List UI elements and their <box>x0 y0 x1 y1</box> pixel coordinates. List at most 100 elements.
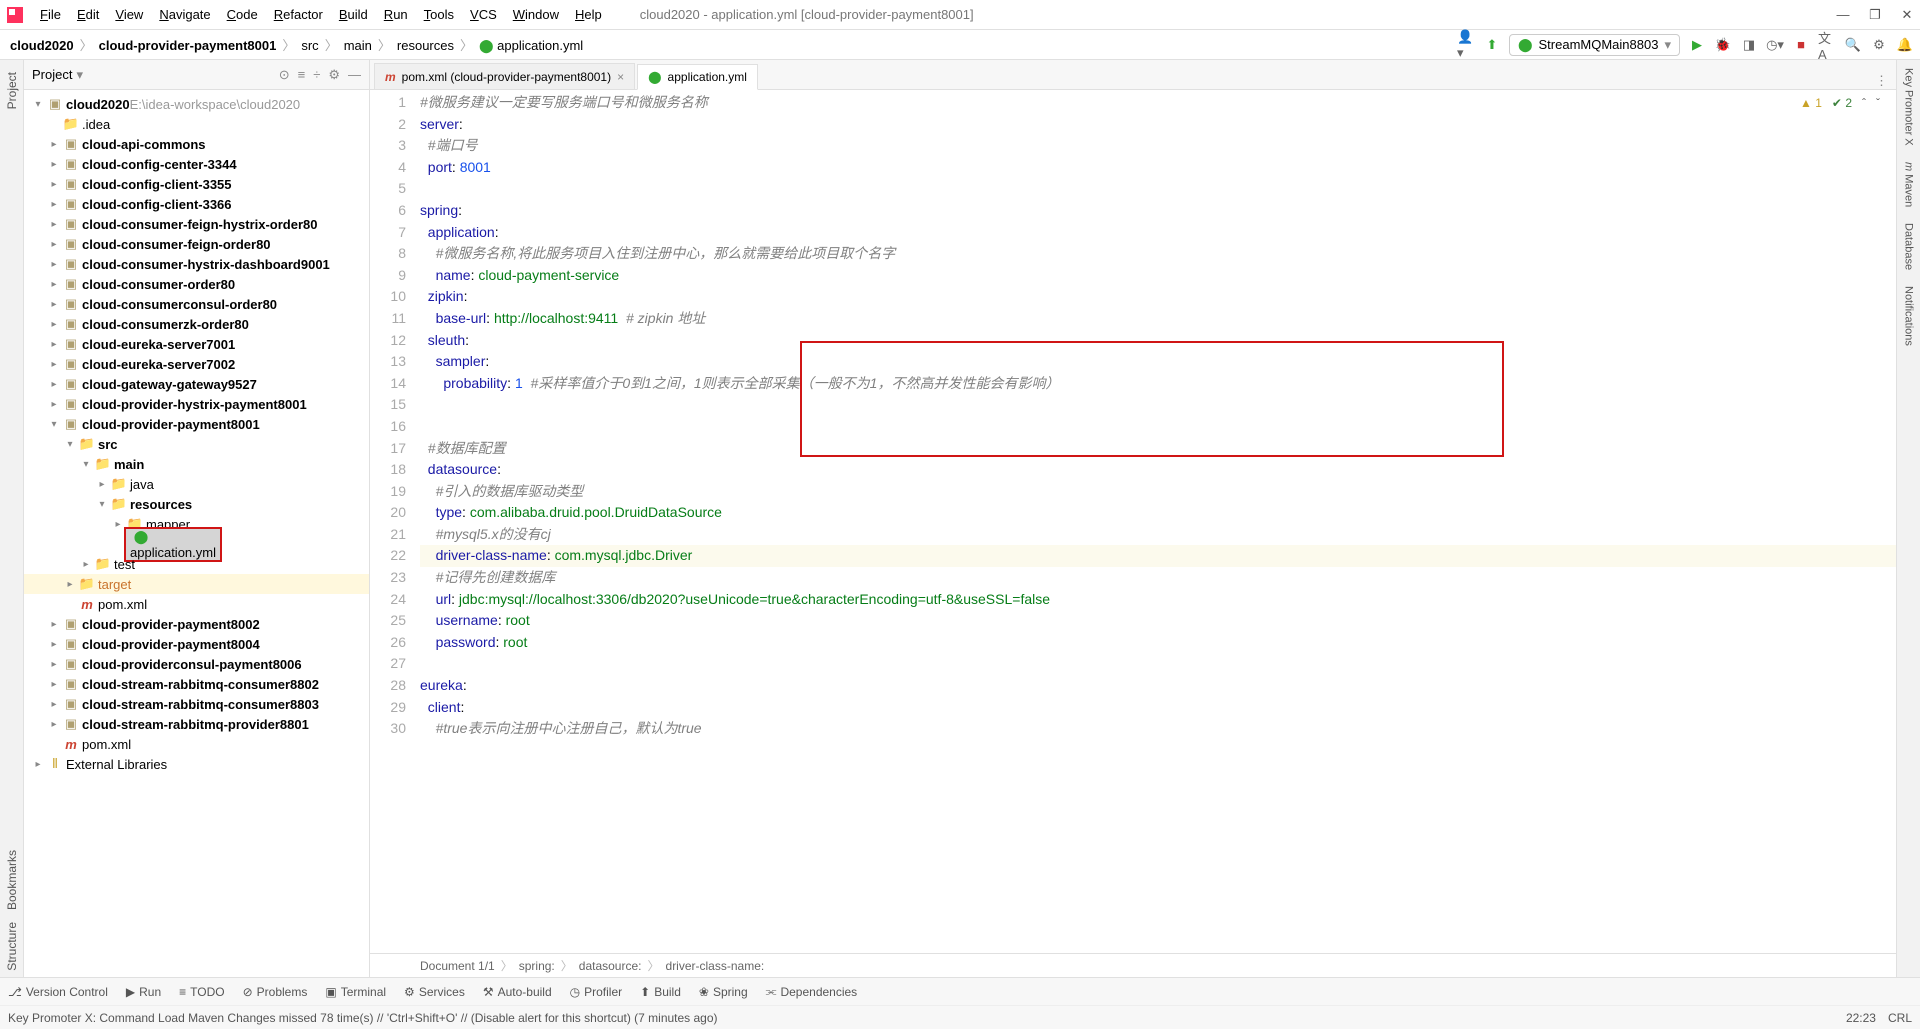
menu-tools[interactable]: Tools <box>416 5 462 24</box>
breadcrumb-item[interactable]: resources <box>393 38 458 53</box>
code-line[interactable]: server: <box>420 114 1896 136</box>
notifications-tab[interactable]: Notifications <box>1903 278 1915 354</box>
tree-node-cloud-consumer-order80[interactable]: ▸▣cloud-consumer-order80 <box>24 274 369 294</box>
gutter-line[interactable]: 17 <box>370 438 406 460</box>
tree-node-cloud-consumerconsul-order80[interactable]: ▸▣cloud-consumerconsul-order80 <box>24 294 369 314</box>
tool-run[interactable]: ▶Run <box>126 985 161 999</box>
settings-icon[interactable]: ⚙ <box>1870 36 1888 54</box>
close-icon[interactable]: × <box>617 70 624 84</box>
gutter-line[interactable]: 28 <box>370 675 406 697</box>
gutter-line[interactable]: 27 <box>370 653 406 675</box>
tree-node-cloud-consumer-feign-hystrix-order80[interactable]: ▸▣cloud-consumer-feign-hystrix-order80 <box>24 214 369 234</box>
gutter-line[interactable]: 18 <box>370 459 406 481</box>
editor-breadcrumbs[interactable]: Document 1/1〉spring:〉datasource:〉driver-… <box>370 953 1896 977</box>
project-tab[interactable]: Project <box>5 66 19 115</box>
maximize-button[interactable]: ❐ <box>1868 7 1882 23</box>
gutter-line[interactable]: 30 <box>370 718 406 740</box>
database-tab[interactable]: Database <box>1903 215 1915 278</box>
inspection-widget[interactable]: ▲ 1 ✔︎ 2 ˆˇ <box>1800 96 1880 110</box>
tool-profiler[interactable]: ◷Profiler <box>570 985 623 999</box>
tree-node-cloud-eureka-server7001[interactable]: ▸▣cloud-eureka-server7001 <box>24 334 369 354</box>
run-button[interactable]: ▶ <box>1688 36 1706 54</box>
gutter-line[interactable]: 13 <box>370 351 406 373</box>
editor-tab[interactable]: ⬤application.yml <box>637 64 758 90</box>
tree-node-pom-xml[interactable]: mpom.xml <box>24 734 369 754</box>
select-opened-icon[interactable]: ⊙ <box>279 67 290 83</box>
gutter-line[interactable]: 8 <box>370 243 406 265</box>
tree-node-cloud-api-commons[interactable]: ▸▣cloud-api-commons <box>24 134 369 154</box>
tree-node-main[interactable]: ▾📁main <box>24 454 369 474</box>
code-line[interactable]: datasource: <box>420 459 1896 481</box>
tree-root[interactable]: ▾▣cloud2020 E:\idea-workspace\cloud2020 <box>24 94 369 114</box>
code-line[interactable]: sampler: <box>420 351 1896 373</box>
tree-node-cloud-stream-rabbitmq-consumer8802[interactable]: ▸▣cloud-stream-rabbitmq-consumer8802 <box>24 674 369 694</box>
build-icon[interactable]: ⬆ <box>1483 36 1501 54</box>
gutter-line[interactable]: 6 <box>370 200 406 222</box>
tool-build[interactable]: ⬆Build <box>640 985 681 999</box>
code-line[interactable]: #记得先创建数据库 <box>420 567 1896 589</box>
tab-menu-icon[interactable]: ⋮ <box>1867 73 1896 89</box>
gutter-line[interactable]: 25 <box>370 610 406 632</box>
tree-node-cloud-provider-payment8004[interactable]: ▸▣cloud-provider-payment8004 <box>24 634 369 654</box>
gutter-line[interactable]: 11 <box>370 308 406 330</box>
user-icon[interactable]: 👤▾ <box>1457 36 1475 54</box>
code-line[interactable]: #微服务建议一定要写服务端口号和微服务名称 <box>420 92 1896 114</box>
tree-node-External Libraries[interactable]: ▸⫴External Libraries <box>24 754 369 774</box>
tree-node-cloud-provider-hystrix-payment8001[interactable]: ▸▣cloud-provider-hystrix-payment8001 <box>24 394 369 414</box>
editor-tab[interactable]: mpom.xml (cloud-provider-payment8001)× <box>374 63 635 89</box>
code-line[interactable]: #微服务名称,将此服务项目入住到注册中心，那么就需要给此项目取个名字 <box>420 243 1896 265</box>
code-line[interactable]: base-url: http://localhost:9411 # zipkin… <box>420 308 1896 330</box>
bookmarks-tab[interactable]: Bookmarks <box>5 844 19 916</box>
code-line[interactable]: url: jdbc:mysql://localhost:3306/db2020?… <box>420 589 1896 611</box>
gutter-line[interactable]: 22 <box>370 545 406 567</box>
gutter-line[interactable]: 16 <box>370 416 406 438</box>
tool-auto-build[interactable]: ⚒Auto-build <box>483 985 552 999</box>
gutter-line[interactable]: 5 <box>370 178 406 200</box>
editor-crumb[interactable]: driver-class-name: <box>666 959 765 973</box>
code-line[interactable]: port: 8001 <box>420 157 1896 179</box>
gutter-line[interactable]: 19 <box>370 481 406 503</box>
editor-crumb[interactable]: Document 1/1 <box>420 959 495 973</box>
collapse-icon[interactable]: ÷ <box>313 67 320 83</box>
code-line[interactable] <box>420 394 1896 416</box>
tree-node-cloud-stream-rabbitmq-provider8801[interactable]: ▸▣cloud-stream-rabbitmq-provider8801 <box>24 714 369 734</box>
breadcrumb-item[interactable]: cloud-provider-payment8001 <box>95 38 281 53</box>
menu-vcs[interactable]: VCS <box>462 5 505 24</box>
tree-node-cloud-consumer-feign-order80[interactable]: ▸▣cloud-consumer-feign-order80 <box>24 234 369 254</box>
gutter-line[interactable]: 23 <box>370 567 406 589</box>
code-line[interactable]: type: com.alibaba.druid.pool.DruidDataSo… <box>420 502 1896 524</box>
tree-node-cloud-stream-rabbitmq-consumer8803[interactable]: ▸▣cloud-stream-rabbitmq-consumer8803 <box>24 694 369 714</box>
tree-node-cloud-gateway-gateway9527[interactable]: ▸▣cloud-gateway-gateway9527 <box>24 374 369 394</box>
profile-button[interactable]: ◷▾ <box>1766 36 1784 54</box>
code-line[interactable]: #端口号 <box>420 135 1896 157</box>
code-line[interactable] <box>420 653 1896 675</box>
menu-code[interactable]: Code <box>219 5 266 24</box>
tree-node-cloud-provider-payment8001[interactable]: ▾▣cloud-provider-payment8001 <box>24 414 369 434</box>
tool-todo[interactable]: ≡TODO <box>179 985 224 999</box>
menu-refactor[interactable]: Refactor <box>266 5 331 24</box>
gutter-line[interactable]: 2 <box>370 114 406 136</box>
tree-node-resources[interactable]: ▾📁resources <box>24 494 369 514</box>
tree-node-java[interactable]: ▸📁java <box>24 474 369 494</box>
search-icon[interactable]: 🔍 <box>1844 36 1862 54</box>
code-line[interactable]: spring: <box>420 200 1896 222</box>
gutter-line[interactable]: 12 <box>370 330 406 352</box>
tree-node-cloud-consumerzk-order80[interactable]: ▸▣cloud-consumerzk-order80 <box>24 314 369 334</box>
maven-tab[interactable]: m Maven <box>1903 154 1915 215</box>
breadcrumb-item[interactable]: src <box>297 38 322 53</box>
tree-node-src[interactable]: ▾📁src <box>24 434 369 454</box>
code-line[interactable]: sleuth: <box>420 330 1896 352</box>
gutter-line[interactable]: 9 <box>370 265 406 287</box>
translate-icon[interactable]: 文A <box>1818 36 1836 54</box>
tool-services[interactable]: ⚙Services <box>404 985 465 999</box>
tool-version-control[interactable]: ⎇Version Control <box>8 985 108 999</box>
gutter[interactable]: 1234567891011121314151617181920212223242… <box>370 90 420 953</box>
menu-file[interactable]: File <box>32 5 69 24</box>
tool-spring[interactable]: ❀Spring <box>699 985 748 999</box>
code-line[interactable]: #引入的数据库驱动类型 <box>420 481 1896 503</box>
gutter-line[interactable]: 29 <box>370 697 406 719</box>
hide-icon[interactable]: — <box>348 67 361 83</box>
gutter-line[interactable]: 14 <box>370 373 406 395</box>
gutter-line[interactable]: 10 <box>370 286 406 308</box>
editor-crumb[interactable]: spring: <box>519 959 555 973</box>
